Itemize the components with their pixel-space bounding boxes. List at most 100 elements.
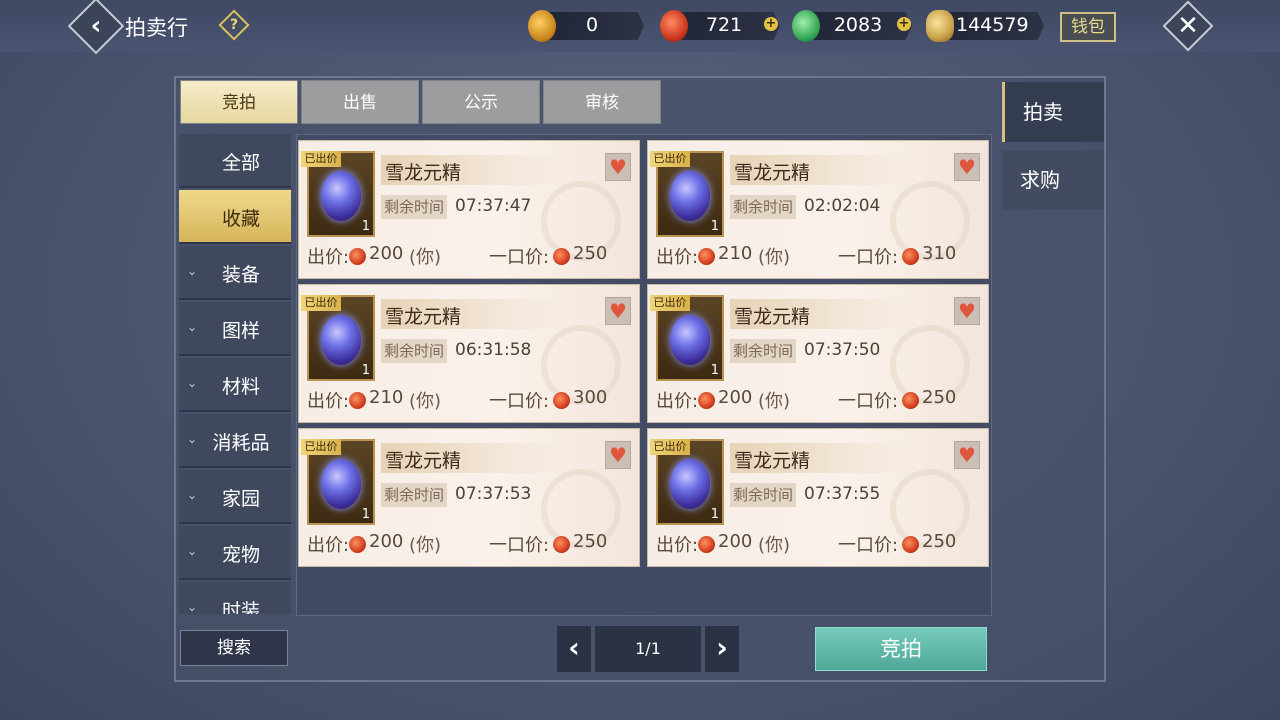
price-row: 出价: 210 (你) 一口价: 310 (656, 243, 980, 271)
favorite-button[interactable]: ♥ (605, 297, 631, 325)
bid-label: 出价: (656, 247, 699, 268)
currency-value-gold-token: 0 (585, 14, 599, 36)
category-pets[interactable]: ⌄ 宠物 (179, 526, 291, 580)
close-icon: ✕ (1177, 11, 1199, 41)
dragon-essence-icon (321, 459, 361, 509)
bidder-you: (你) (758, 535, 791, 556)
currency-value-gold-ingot: 144579 (956, 14, 1029, 36)
buyout-label: 一口价: (489, 391, 550, 412)
red-coin-icon (349, 392, 366, 409)
item-name: 雪龙元精 (734, 162, 811, 184)
item-quantity: 1 (361, 363, 370, 378)
bid-price: 200 (369, 243, 404, 264)
item-card[interactable]: 1 已出价 雪龙元精 ♥ 剩余时间 07:37:55 出价: 200 (你) 一… (647, 428, 989, 567)
item-card[interactable]: 1 已出价 雪龙元精 ♥ 剩余时间 06:31:58 出价: 210 (你) 一… (298, 284, 640, 423)
bid-placed-badge: 已出价 (301, 295, 341, 311)
red-coin-icon (698, 536, 715, 553)
category-label: 时装 (221, 600, 260, 614)
item-name-bar: 雪龙元精 (730, 155, 910, 185)
buyout-price: 250 (573, 243, 608, 264)
red-coin-icon (349, 536, 366, 553)
item-card[interactable]: 1 已出价 雪龙元精 ♥ 剩余时间 07:37:53 出价: 200 (你) 一… (298, 428, 640, 567)
item-card[interactable]: 1 已出价 雪龙元精 ♥ 剩余时间 07:37:47 出价: 200 (你) 一… (298, 140, 640, 279)
heart-icon: ♥ (958, 299, 976, 323)
category-label: 收藏 (221, 208, 260, 230)
bidder-you: (你) (409, 535, 442, 556)
category-fashion[interactable]: ⌄ 时装 (179, 582, 291, 614)
tab-public[interactable]: 公示 (422, 80, 540, 124)
side-tab-auction[interactable]: 拍卖 (1002, 82, 1104, 142)
prev-page-button[interactable]: ‹ (557, 626, 591, 672)
category-materials[interactable]: ⌄ 材料 (179, 358, 291, 412)
remaining-time-label: 剩余时间 (730, 483, 796, 507)
tab-sell[interactable]: 出售 (301, 80, 419, 124)
bid-button[interactable]: 竞拍 (815, 627, 987, 671)
dragon-essence-icon (321, 315, 361, 365)
favorite-button[interactable]: ♥ (605, 153, 631, 181)
item-name: 雪龙元精 (385, 450, 462, 472)
add-red-coin-button[interactable]: + (764, 17, 778, 31)
category-label: 图样 (221, 320, 260, 342)
favorite-button[interactable]: ♥ (954, 297, 980, 325)
bid-label: 出价: (307, 247, 350, 268)
bid-placed-badge: 已出价 (650, 151, 690, 167)
category-home[interactable]: ⌄ 家园 (179, 470, 291, 524)
bid-placed-badge: 已出价 (650, 439, 690, 455)
tab-bar: 竞拍 出售 公示 审核 (180, 80, 664, 126)
bidder-you: (你) (758, 247, 791, 268)
item-quantity: 1 (361, 219, 370, 234)
bid-price: 210 (718, 243, 753, 264)
item-card[interactable]: 1 已出价 雪龙元精 ♥ 剩余时间 02:02:04 出价: 210 (你) 一… (647, 140, 989, 279)
bid-label: 出价: (307, 535, 350, 556)
heart-icon: ♥ (958, 443, 976, 467)
close-button[interactable]: ✕ (1162, 0, 1214, 52)
search-button[interactable]: 搜索 (180, 630, 288, 666)
currency-value-red-coin: 721 (705, 14, 743, 36)
category-label: 消耗品 (212, 432, 270, 454)
item-card[interactable]: 1 已出价 雪龙元精 ♥ 剩余时间 07:37:50 出价: 200 (你) 一… (647, 284, 989, 423)
price-row: 出价: 200 (你) 一口价: 250 (307, 243, 631, 271)
remaining-time-label: 剩余时间 (730, 195, 796, 219)
buyout-price: 250 (922, 387, 957, 408)
item-name-bar: 雪龙元精 (730, 443, 910, 473)
category-favorites[interactable]: 收藏 (179, 190, 291, 244)
side-tab-request[interactable]: 求购 (1002, 150, 1104, 210)
page-title: 拍卖行 (125, 16, 188, 40)
red-coin-icon (698, 248, 715, 265)
category-consumables[interactable]: ⌄ 消耗品 (179, 414, 291, 468)
category-all[interactable]: 全部 (179, 134, 291, 188)
category-label: 装备 (221, 264, 260, 286)
red-coin-icon (553, 248, 570, 265)
buyout-label: 一口价: (489, 247, 550, 268)
red-coin-icon (902, 248, 919, 265)
dragon-essence-icon (321, 171, 361, 221)
favorite-button[interactable]: ♥ (605, 441, 631, 469)
item-name: 雪龙元精 (385, 306, 462, 328)
item-quantity: 1 (361, 507, 370, 522)
add-jade-coin-button[interactable]: + (897, 17, 911, 31)
remaining-time-label: 剩余时间 (730, 339, 796, 363)
next-page-button[interactable]: › (705, 626, 739, 672)
category-patterns[interactable]: ⌄ 图样 (179, 302, 291, 356)
remaining-time-label: 剩余时间 (381, 195, 447, 219)
favorite-button[interactable]: ♥ (954, 441, 980, 469)
bid-price: 210 (369, 387, 404, 408)
category-equipment[interactable]: ⌄ 装备 (179, 246, 291, 300)
category-label: 全部 (221, 152, 260, 174)
tab-auction[interactable]: 竞拍 (180, 80, 298, 124)
bidder-you: (你) (758, 391, 791, 412)
item-name: 雪龙元精 (734, 450, 811, 472)
bid-price: 200 (718, 387, 753, 408)
remaining-time: 06:31:58 (455, 340, 532, 360)
favorite-button[interactable]: ♥ (954, 153, 980, 181)
back-button[interactable]: ‹ (67, 0, 125, 55)
bidder-you: (你) (409, 247, 442, 268)
price-row: 出价: 200 (你) 一口价: 250 (307, 531, 631, 559)
wallet-button[interactable]: 钱包 (1060, 12, 1116, 42)
tab-review[interactable]: 审核 (543, 80, 661, 124)
remaining-time: 07:37:55 (804, 484, 881, 504)
remaining-time: 07:37:53 (455, 484, 532, 504)
chevron-left-icon: ‹ (90, 11, 102, 41)
price-row: 出价: 200 (你) 一口价: 250 (656, 531, 980, 559)
help-button[interactable]: ? (218, 9, 250, 41)
